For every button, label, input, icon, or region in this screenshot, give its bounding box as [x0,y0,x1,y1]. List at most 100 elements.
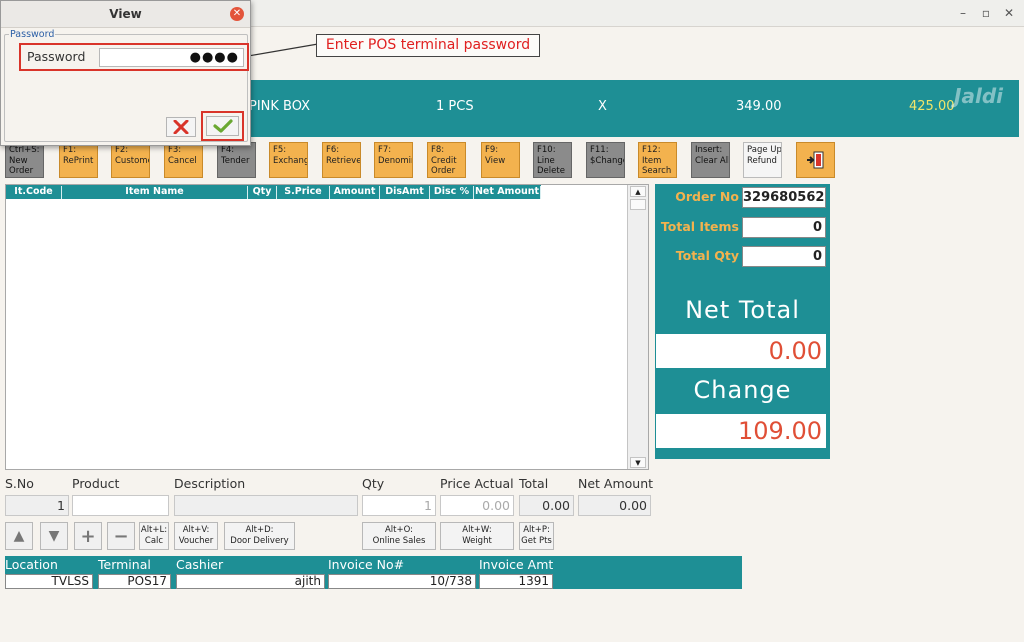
description-field [174,495,358,516]
banner-price: 349.00 [736,99,782,114]
price-actual-label: Price Actual [440,476,514,491]
password-dialog: View ✕ Password Password ●●●● [0,0,251,146]
new-order-button[interactable]: Ctrl+S: New Order [5,142,44,178]
move-up-button[interactable]: ▲ [5,522,33,550]
get-points-button[interactable]: Alt+P: Get Pts [519,522,554,550]
dialog-ok-button[interactable] [206,116,239,136]
online-sales-button[interactable]: Alt+O: Online Sales [362,522,436,550]
total-items-value: 0 [742,217,826,238]
col-net-amount[interactable]: Net Amount [474,186,541,199]
scroll-up-small-button[interactable] [630,199,646,210]
items-table[interactable]: It.Code Item Name Qty S.Price Amount Dis… [5,184,649,470]
maximize-icon[interactable]: ▫ [978,5,994,21]
total-qty-value: 0 [742,246,826,267]
credit-order-button[interactable]: F8: Credit Order [427,142,466,178]
denomination-button[interactable]: F7: Denomina [374,142,413,178]
net-total-label: Net Total [685,296,800,324]
clear-all-button[interactable]: Insert: Clear All [691,142,730,178]
door-delivery-button[interactable]: Alt+D: Door Delivery [224,522,295,550]
line-delete-button[interactable]: F10: Line Delete [533,142,572,178]
banner-item: PINK BOX [249,99,311,114]
callout-label: Enter POS terminal password [316,34,540,57]
calc-button[interactable]: Alt+L: Calc [139,522,169,550]
sno-label: S.No [5,476,34,491]
invoice-no-label: Invoice No# [328,557,405,572]
item-search-button[interactable]: F12: Item Search [638,142,677,178]
total-items-label: Total Items [660,219,739,234]
description-label: Description [174,476,246,491]
qty-input[interactable]: 1 [362,495,436,516]
invoice-amt-label: Invoice Amt [479,557,554,572]
password-group-legend: Password [9,29,56,40]
table-scrollbar[interactable]: ▲ ▼ [627,185,648,469]
dialog-close-icon[interactable]: ✕ [230,7,244,21]
col-item-name[interactable]: Item Name [62,186,248,199]
password-input[interactable]: ●●●● [99,48,244,67]
banner-mrp: 425.00 [909,99,955,114]
cashier-value: ajith [176,574,325,589]
refund-button[interactable]: Page Up: Refund [743,142,782,178]
col-sprice[interactable]: S.Price [277,186,330,199]
terminal-value: POS17 [98,574,171,589]
net-total-value: 0.00 [656,334,826,368]
scroll-down-button[interactable]: ▼ [630,457,646,468]
footer-info: Location TVLSS Terminal POS17 Cashier aj… [5,556,742,589]
banner-qty: 1 PCS [436,99,474,114]
close-icon[interactable]: ✕ [1001,5,1017,21]
invoice-no-value: 10/738 [328,574,476,589]
plus-icon: + [80,525,96,547]
terminal-label: Terminal [98,557,151,572]
qty-label: Qty [362,476,385,491]
location-label: Location [5,557,58,572]
voucher-button[interactable]: Alt+V: Voucher [174,522,218,550]
arrow-down-icon: ▼ [48,528,60,544]
tender-button[interactable]: F4: Tender [217,142,256,178]
change-value: 109.00 [656,414,826,448]
exchange-button[interactable]: F5: Exchange [269,142,308,178]
product-input[interactable] [72,495,169,516]
decrement-button[interactable]: − [107,522,135,550]
dialog-cancel-button[interactable] [166,117,196,137]
customer-button[interactable]: F2: Customer [111,142,150,178]
change-label: Change [693,376,792,404]
total-field: 0.00 [519,495,574,516]
increment-button[interactable]: + [74,522,102,550]
move-down-button[interactable]: ▼ [40,522,68,550]
exit-button[interactable] [796,142,835,178]
col-itcode[interactable]: It.Code [6,186,62,199]
cancel-order-button[interactable]: F3: Cancel [164,142,203,178]
banner-multiplier: X [598,99,607,114]
col-qty[interactable]: Qty [248,186,277,199]
password-row: Password ●●●● [19,43,249,71]
cancel-x-icon [173,120,189,134]
product-label: Product [72,476,120,491]
callout-arrow [242,43,319,59]
col-disc-pct[interactable]: Disc % [430,186,474,199]
dialog-title: View [1,1,250,28]
table-header: It.Code Item Name Qty S.Price Amount Dis… [6,185,541,199]
total-label: Total [519,476,549,491]
exit-icon [806,151,823,169]
scroll-up-button[interactable]: ▲ [630,186,646,197]
net-amount-label: Net Amount [578,476,654,491]
retrieve-button[interactable]: F6: Retrieve [322,142,361,178]
location-value: TVLSS [5,574,93,589]
cashier-label: Cashier [176,557,224,572]
view-button[interactable]: F9: View [481,142,520,178]
weight-button[interactable]: Alt+W: Weight [440,522,514,550]
jaldi-logo: Jaldi [954,84,1003,108]
invoice-amt-value: 1391 [479,574,553,589]
total-qty-label: Total Qty [675,248,739,263]
minimize-icon[interactable]: – [955,5,971,21]
password-label: Password [27,49,86,64]
change-button[interactable]: F11: $Change [586,142,625,178]
price-actual-input[interactable]: 0.00 [440,495,514,516]
net-amount-field: 0.00 [578,495,651,516]
reprint-button[interactable]: F1: RePrint [59,142,98,178]
col-amount[interactable]: Amount [330,186,380,199]
minus-icon: − [113,525,129,547]
arrow-up-icon: ▲ [13,528,25,544]
order-no-label: Order No [675,189,739,204]
col-disamt[interactable]: DisAmt [380,186,430,199]
checkmark-icon [212,119,233,133]
